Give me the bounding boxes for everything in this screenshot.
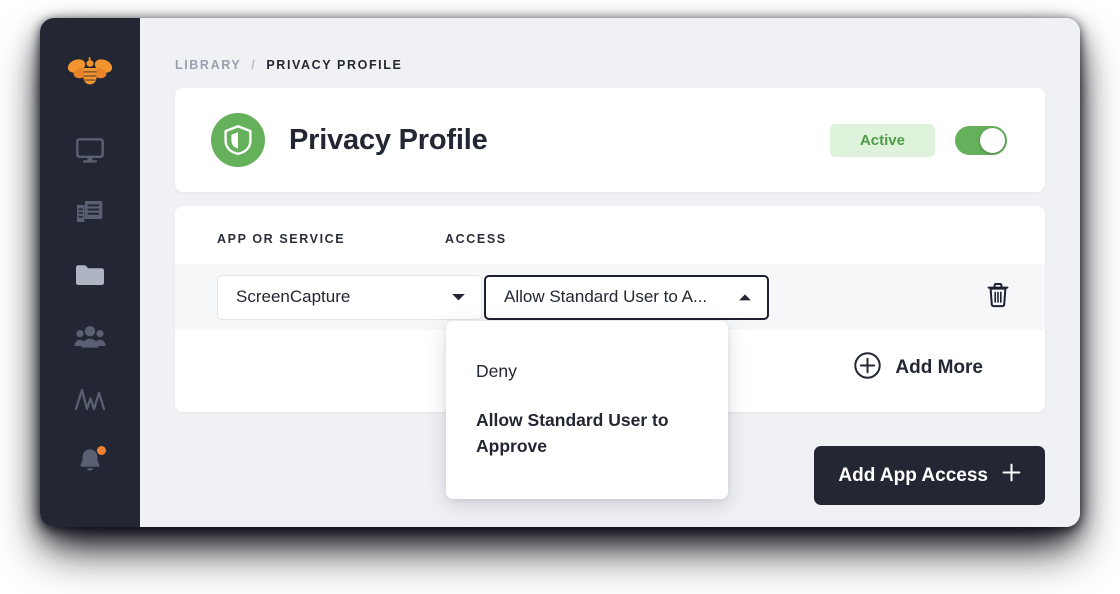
toggle-knob bbox=[980, 127, 1005, 153]
breadcrumb: LIBRARY / PRIVACY PROFILE bbox=[175, 18, 1045, 88]
sidebar-item-devices[interactable] bbox=[67, 128, 113, 174]
profile-status-group: Active bbox=[829, 123, 1007, 157]
shield-icon bbox=[211, 113, 265, 167]
access-select-value: Allow Standard User to A... bbox=[504, 287, 708, 306]
plus-circle-icon bbox=[854, 352, 882, 384]
sidebar-item-library[interactable] bbox=[67, 252, 113, 298]
app-access-card: APP OR SERVICE ACCESS ScreenCapture Allo… bbox=[175, 206, 1045, 500]
add-app-access-label: Add App Access bbox=[838, 464, 988, 486]
sidebar-item-analytics[interactable] bbox=[67, 376, 113, 422]
sidebar-item-notifications[interactable] bbox=[67, 438, 113, 484]
access-select[interactable]: Allow Standard User to A... bbox=[484, 274, 769, 320]
add-app-access-button[interactable]: Add App Access bbox=[814, 446, 1045, 505]
page-title: Privacy Profile bbox=[289, 123, 488, 156]
window-content: LIBRARY / PRIVACY PROFILE Privacy Profil… bbox=[40, 18, 1080, 527]
main-content: LIBRARY / PRIVACY PROFILE Privacy Profil… bbox=[140, 18, 1080, 527]
app-window: LIBRARY / PRIVACY PROFILE Privacy Profil… bbox=[40, 18, 1080, 527]
add-more-label: Add More bbox=[895, 357, 983, 378]
users-group-icon bbox=[74, 325, 106, 349]
trash-icon bbox=[986, 282, 1010, 313]
app-select-value: ScreenCapture bbox=[236, 287, 351, 306]
folder-icon bbox=[75, 263, 105, 287]
dropdown-option-deny[interactable]: Deny bbox=[446, 347, 728, 396]
notification-badge-dot bbox=[97, 446, 106, 455]
access-dropdown-menu: Deny Allow Standard User to Approve bbox=[446, 321, 728, 500]
sidebar bbox=[40, 18, 140, 527]
bee-logo-icon[interactable] bbox=[67, 52, 113, 98]
monitor-icon bbox=[76, 138, 104, 164]
dropdown-option-allow-standard-user-to-approve[interactable]: Allow Standard User to Approve bbox=[446, 396, 728, 471]
breadcrumb-separator: / bbox=[251, 58, 257, 72]
breadcrumb-current: PRIVACY PROFILE bbox=[266, 58, 403, 72]
table-header-row: APP OR SERVICE ACCESS bbox=[175, 232, 1045, 264]
plus-icon bbox=[1002, 463, 1021, 488]
profile-header-card: Privacy Profile Active bbox=[175, 88, 1045, 192]
profile-enabled-toggle[interactable] bbox=[955, 125, 1007, 155]
sidebar-item-reports[interactable] bbox=[67, 190, 113, 236]
column-header-app: APP OR SERVICE bbox=[217, 232, 346, 246]
delete-row-button[interactable] bbox=[983, 282, 1013, 312]
app-select[interactable]: ScreenCapture bbox=[217, 274, 482, 320]
status-badge: Active bbox=[829, 123, 935, 157]
sidebar-item-users[interactable] bbox=[67, 314, 113, 360]
breadcrumb-library[interactable]: LIBRARY bbox=[175, 58, 241, 72]
chevron-down-icon bbox=[451, 292, 466, 302]
analytics-icon bbox=[75, 387, 105, 411]
chevron-up-icon bbox=[738, 293, 752, 302]
column-header-access: ACCESS bbox=[445, 232, 507, 246]
documents-icon bbox=[76, 199, 104, 227]
add-more-button[interactable]: Add More bbox=[854, 352, 983, 384]
